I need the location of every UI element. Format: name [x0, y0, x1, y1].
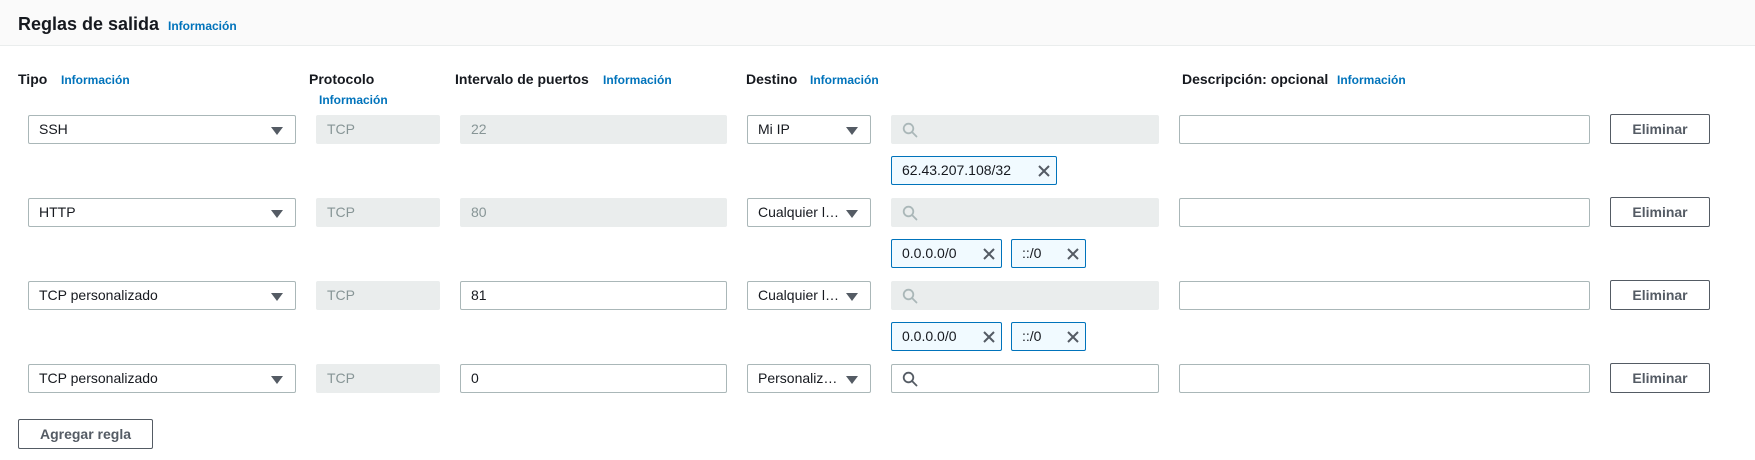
destino-select-value: Mi IP — [758, 121, 790, 137]
protocolo-field: TCP — [316, 115, 440, 144]
puertos-input[interactable]: 0 — [460, 364, 727, 393]
eliminar-button[interactable]: Eliminar — [1610, 363, 1710, 393]
close-icon[interactable] — [981, 329, 997, 345]
close-icon[interactable] — [1065, 329, 1081, 345]
descripcion-input[interactable] — [1179, 198, 1590, 227]
eliminar-button[interactable]: Eliminar — [1610, 114, 1710, 144]
descripcion-input[interactable] — [1179, 281, 1590, 310]
close-icon[interactable] — [1065, 246, 1081, 262]
destino-token: 0.0.0.0/0 — [891, 322, 1002, 351]
caret-down-icon — [271, 210, 283, 218]
tipo-select[interactable]: SSH — [28, 115, 296, 144]
protocolo-field: TCP — [316, 364, 440, 393]
section-info-link[interactable]: Información — [168, 19, 237, 33]
token-label: 0.0.0.0/0 — [902, 328, 957, 344]
destino-select[interactable]: Cualquier lugar-IPv4 — [747, 281, 871, 310]
protocolo-field: TCP — [316, 281, 440, 310]
caret-down-icon — [271, 293, 283, 301]
search-icon — [902, 288, 918, 304]
puertos-field: 80 — [460, 198, 727, 227]
tipo-select[interactable]: TCP personalizado — [28, 364, 296, 393]
tipo-select-value: SSH — [39, 121, 68, 137]
close-icon[interactable] — [1036, 163, 1052, 179]
destino-token: 62.43.207.108/32 — [891, 156, 1057, 185]
destino-select[interactable]: Cualquier lugar-IPv4 — [747, 198, 871, 227]
add-rule-button[interactable]: Agregar regla — [18, 419, 153, 449]
col-descripcion-label: Descripción: opcional — [1182, 71, 1329, 87]
puertos-field: 22 — [460, 115, 727, 144]
descripcion-input[interactable] — [1179, 115, 1590, 144]
section-header: Reglas de salida Información — [0, 0, 1755, 46]
destino-search-input — [891, 198, 1159, 227]
caret-down-icon — [271, 127, 283, 135]
search-icon — [902, 122, 918, 138]
destino-select[interactable]: Mi IP — [747, 115, 871, 144]
destino-token: 0.0.0.0/0 — [891, 239, 1002, 268]
destino-token: ::/0 — [1011, 239, 1086, 268]
col-protocolo-info-link[interactable]: Información — [319, 93, 388, 107]
puertos-input[interactable]: 81 — [460, 281, 727, 310]
tipo-select[interactable]: HTTP — [28, 198, 296, 227]
destino-token: ::/0 — [1011, 322, 1086, 351]
caret-down-icon — [846, 210, 858, 218]
caret-down-icon — [271, 376, 283, 384]
tipo-select-value: TCP personalizado — [39, 287, 158, 303]
destino-select[interactable]: Personalizada — [747, 364, 871, 393]
destino-select-value: Personalizada — [758, 370, 847, 386]
eliminar-button[interactable]: Eliminar — [1610, 197, 1710, 227]
eliminar-button[interactable]: Eliminar — [1610, 280, 1710, 310]
col-tipo-label: Tipo — [18, 71, 48, 87]
caret-down-icon — [846, 376, 858, 384]
close-icon[interactable] — [981, 246, 997, 262]
token-label: ::/0 — [1022, 328, 1042, 344]
col-intervalo-label: Intervalo de puertos — [455, 71, 589, 87]
destino-search-input — [891, 281, 1159, 310]
col-intervalo-info-link[interactable]: Información — [603, 73, 672, 87]
col-destino-info-link[interactable]: Información — [810, 73, 879, 87]
tipo-select[interactable]: TCP personalizado — [28, 281, 296, 310]
descripcion-input[interactable] — [1179, 364, 1590, 393]
tipo-select-value: TCP personalizado — [39, 370, 158, 386]
col-protocolo-label: Protocolo — [309, 71, 375, 87]
destino-select-value: Cualquier lugar-IPv4 — [758, 204, 860, 220]
destino-search-input — [891, 115, 1159, 144]
section-title: Reglas de salida — [18, 14, 160, 34]
destino-search-input[interactable] — [891, 364, 1159, 393]
caret-down-icon — [846, 127, 858, 135]
col-destino-label: Destino — [746, 71, 798, 87]
token-label: 62.43.207.108/32 — [902, 162, 1011, 178]
token-label: ::/0 — [1022, 245, 1042, 261]
col-descripcion-info-link[interactable]: Información — [1337, 73, 1406, 87]
caret-down-icon — [846, 293, 858, 301]
destino-select-value: Cualquier lugar-IPv4 — [758, 287, 860, 303]
col-tipo-info-link[interactable]: Información — [61, 73, 130, 87]
token-label: 0.0.0.0/0 — [902, 245, 957, 261]
search-icon — [902, 205, 918, 221]
search-icon — [902, 371, 918, 387]
tipo-select-value: HTTP — [39, 204, 76, 220]
protocolo-field: TCP — [316, 198, 440, 227]
